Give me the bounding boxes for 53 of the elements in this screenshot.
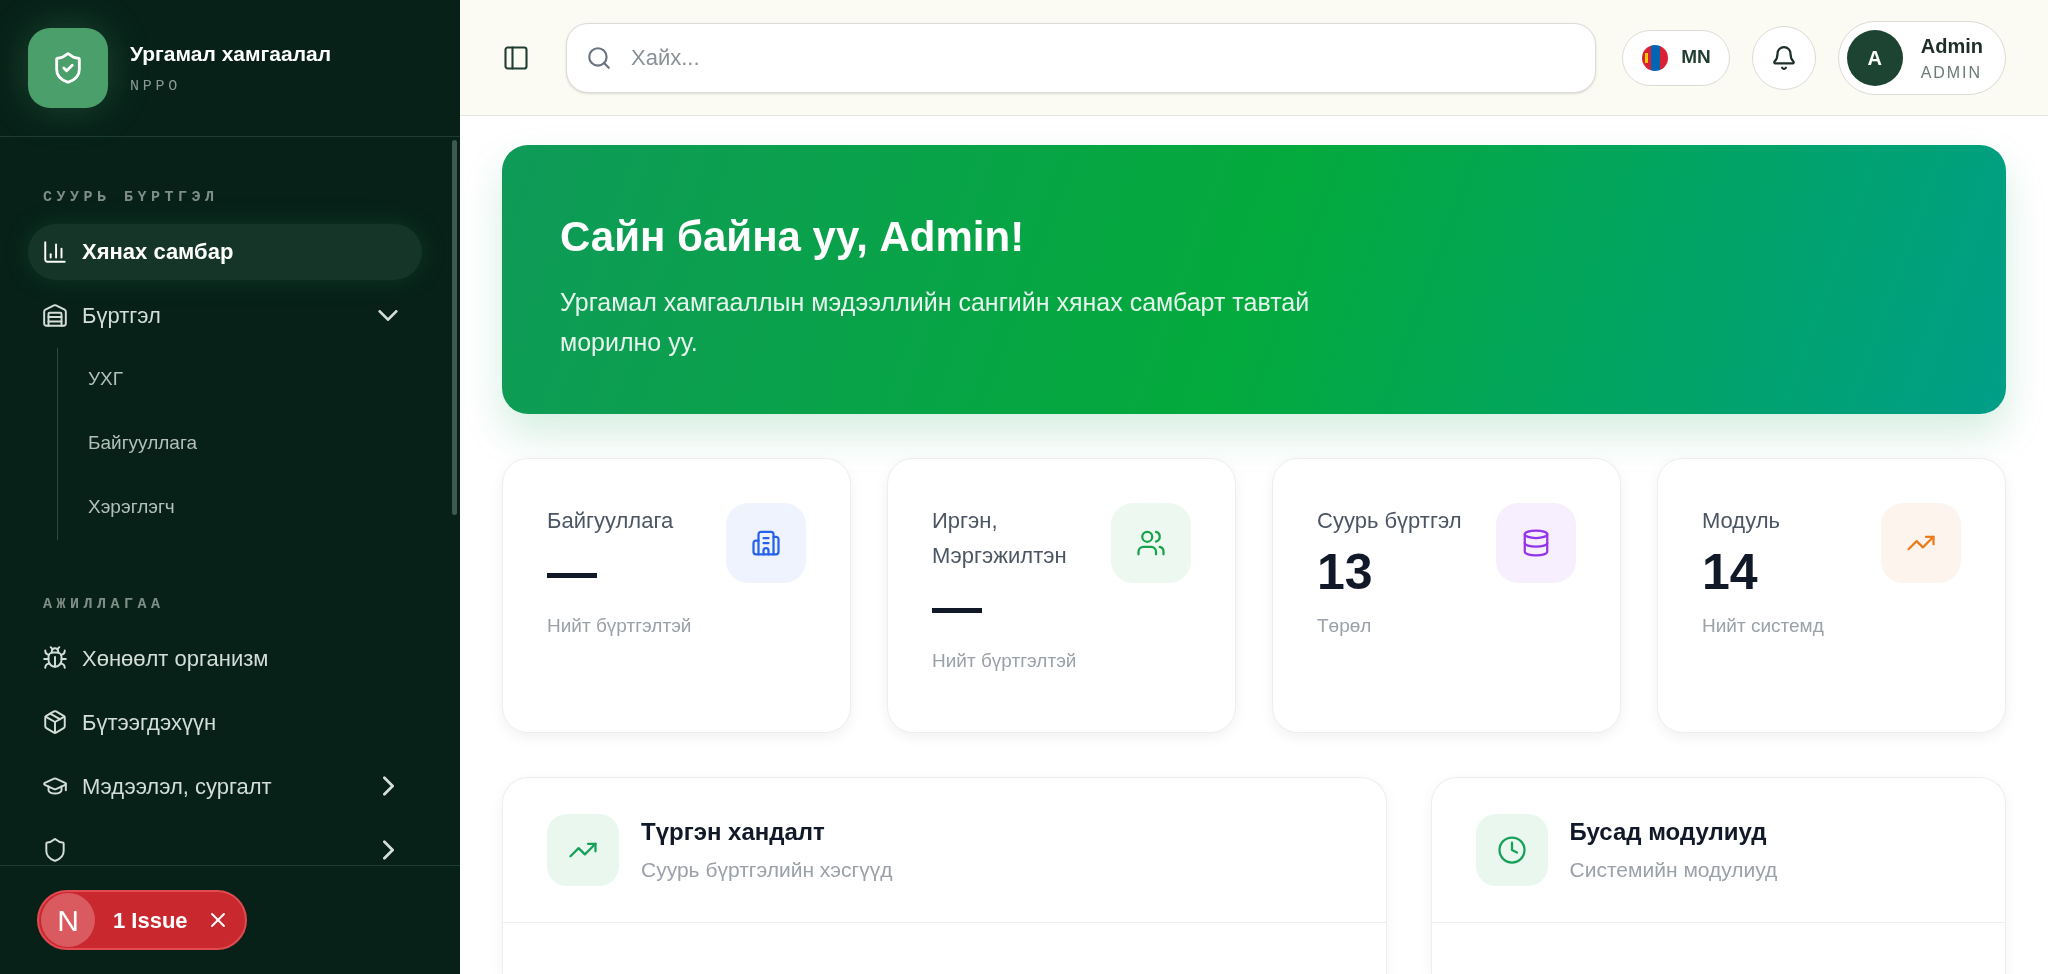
shield-icon [42, 837, 68, 863]
clock-icon [1496, 835, 1527, 865]
nav-subitem[interactable]: УХГ [58, 347, 422, 412]
user-menu-button[interactable]: A Admin ADMIN [1837, 20, 2006, 95]
panel-subtitle: Суурь бүртгэлийн хэсгүүд [641, 857, 893, 884]
search-icon [586, 44, 612, 71]
nav-item[interactable]: Мэдээлэл, сургалт [28, 758, 422, 814]
issue-badge[interactable]: N 1 Issue [37, 890, 247, 950]
mongolia-flag-icon [1641, 43, 1670, 72]
box-icon [42, 709, 68, 735]
section-heading: СУУРЬ БҮРТГЭЛ [42, 188, 220, 208]
user-name: Admin [1920, 33, 1983, 59]
bell-icon [1770, 44, 1797, 71]
bar-chart-icon [42, 238, 68, 265]
stat-label: Байгууллага [547, 507, 675, 535]
banner-title: Сайн байна уу, Admin! [560, 212, 1026, 262]
chevron-right-icon [383, 776, 394, 796]
nav-subitem[interactable]: Хэрэглэгч [58, 475, 422, 540]
chevron-down-icon [378, 310, 398, 321]
stat-caption: Төрөл [1317, 614, 1373, 639]
stat-label: Иргэн, Мэргэжилтэн [932, 507, 1068, 571]
stat-caption: Нийт бүртгэлтэй [932, 649, 1078, 674]
section-heading: АЖИЛЛАГАА [42, 594, 166, 615]
stat-value: 14 [1702, 543, 1759, 603]
stat-value: 13 [1317, 543, 1374, 603]
nav-item[interactable]: Бүртгэл [28, 287, 422, 344]
avatar: A [1846, 29, 1903, 86]
stat-label: Модуль [1702, 507, 1781, 535]
language-button[interactable]: MN [1622, 29, 1730, 86]
nav-item[interactable]: Хянах самбар [28, 223, 422, 280]
warehouse-icon [42, 302, 68, 329]
nav-item[interactable]: Бүтээгдэхүүн [28, 694, 422, 750]
panel-subtitle: Системийн модулиуд [1569, 857, 1778, 884]
brand-subtitle: NPPO [130, 76, 182, 97]
stat-caption: Нийт системд [1702, 614, 1824, 639]
brand-title: Ургамал хамгаалал [130, 41, 331, 67]
panel-title: Бусад модулиуд [1569, 817, 1768, 848]
user-role: ADMIN [1920, 62, 1982, 83]
search-field[interactable]: Хайх... [566, 22, 1597, 93]
next-logo: N [41, 893, 95, 947]
scrollbar-thumb[interactable] [452, 140, 457, 515]
nav-item[interactable]: Хөнөөлт организм [28, 630, 422, 686]
panel-title: Түргэн хандалт [641, 817, 826, 848]
chevron-right-icon [383, 840, 394, 860]
bug-icon [42, 645, 68, 671]
stat-value: — [547, 543, 598, 603]
banner-text: Ургамал хамгааллын мэдээллийн сангийн хянах самбарт тавтай морилно уу. [560, 287, 1311, 358]
issue-label: 1 Issue [113, 906, 188, 935]
nav-subitem[interactable]: Байгууллага [58, 411, 422, 476]
stat-value: — [932, 578, 983, 638]
sidebar-toggle-icon[interactable] [502, 43, 530, 72]
stat-label: Суурь бүртгэл [1317, 507, 1462, 535]
stat-caption: Нийт бүртгэлтэй [547, 614, 692, 639]
